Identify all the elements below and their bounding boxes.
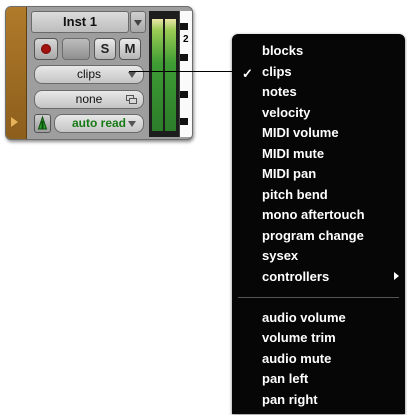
- menu-item-audio-volume[interactable]: audio volume: [262, 310, 346, 325]
- menu-separator: [238, 297, 399, 298]
- automation-mode-selector[interactable]: auto read: [54, 114, 144, 133]
- menu-item-clips[interactable]: clips: [262, 64, 292, 79]
- meter-bar-right: [165, 19, 176, 131]
- menu-item-program-change[interactable]: program change: [262, 228, 364, 243]
- record-enable-icon: [41, 44, 51, 54]
- menu-item-notes[interactable]: notes: [262, 84, 297, 99]
- submenu-arrow-icon: [394, 272, 399, 280]
- solo-button[interactable]: S: [94, 38, 116, 60]
- callout-line: [129, 71, 233, 72]
- track-header: Inst 1 S M clips none auto read 2: [5, 6, 193, 140]
- black-key[interactable]: [180, 91, 188, 98]
- automation-mode-label: auto read: [71, 116, 126, 130]
- track-view-menu: ✓ blocks clips notes velocity MIDI volum…: [232, 34, 405, 414]
- menu-item-midi-volume[interactable]: MIDI volume: [262, 125, 339, 140]
- black-key[interactable]: [180, 54, 188, 61]
- octave-label: 2: [183, 34, 189, 45]
- meter-bar-left: [152, 19, 163, 131]
- checkmark-icon: ✓: [242, 66, 253, 81]
- track-input-button[interactable]: [62, 38, 90, 60]
- record-enable-button[interactable]: [34, 38, 58, 60]
- black-key[interactable]: [180, 23, 188, 30]
- menu-item-controllers[interactable]: controllers: [262, 269, 329, 284]
- chevron-down-icon: [128, 72, 136, 78]
- menu-item-audio-mute[interactable]: audio mute: [262, 351, 331, 366]
- chevron-down-icon: [128, 121, 136, 127]
- track-name-field[interactable]: Inst 1: [31, 11, 129, 33]
- track-color-strip: [6, 7, 27, 139]
- group-icon: [126, 95, 137, 104]
- input-monitor-icon: [37, 115, 48, 130]
- group-label: none: [75, 92, 103, 106]
- menu-item-velocity[interactable]: velocity: [262, 105, 310, 120]
- track-expand-icon[interactable]: [11, 117, 18, 127]
- track-view-selector[interactable]: clips: [34, 65, 144, 84]
- menu-item-pan-right[interactable]: pan right: [262, 392, 318, 407]
- menu-item-volume-trim[interactable]: volume trim: [262, 330, 336, 345]
- menu-item-sysex[interactable]: sysex: [262, 248, 298, 263]
- menu-item-midi-mute[interactable]: MIDI mute: [262, 146, 324, 161]
- mute-button[interactable]: M: [119, 38, 141, 60]
- track-name-dropdown[interactable]: [130, 11, 146, 33]
- menu-item-mono-aftertouch[interactable]: mono aftertouch: [262, 207, 365, 222]
- track-view-label: clips: [76, 67, 101, 81]
- level-meter: [149, 11, 179, 137]
- menu-item-pan-left[interactable]: pan left: [262, 371, 308, 386]
- menu-item-blocks[interactable]: blocks: [262, 43, 303, 58]
- input-monitor-button[interactable]: [34, 114, 51, 133]
- menu-item-pitch-bend[interactable]: pitch bend: [262, 187, 328, 202]
- black-key[interactable]: [180, 118, 188, 125]
- menu-item-midi-pan[interactable]: MIDI pan: [262, 166, 316, 181]
- chevron-down-icon: [134, 20, 142, 26]
- midi-keyboard[interactable]: 2: [179, 11, 192, 137]
- group-selector[interactable]: none: [34, 90, 144, 109]
